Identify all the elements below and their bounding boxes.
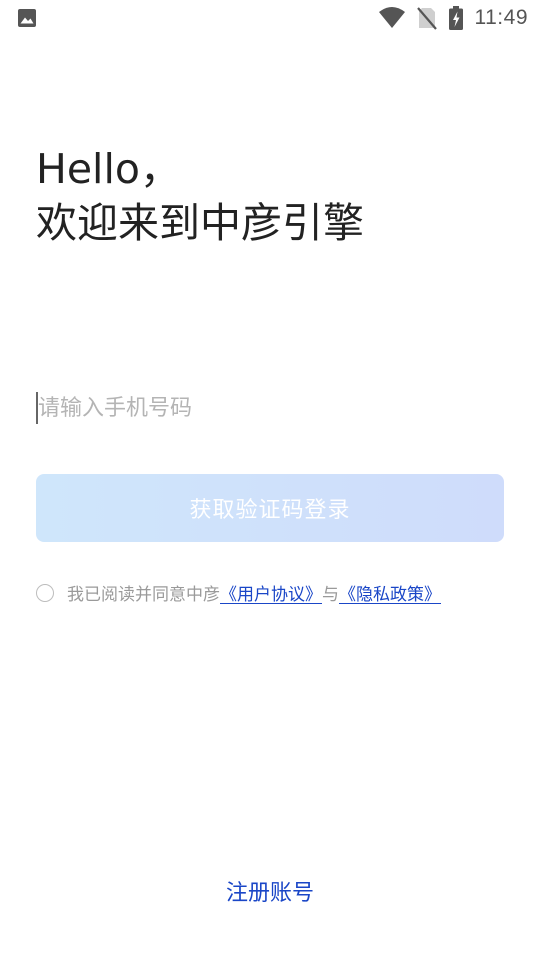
battery-charging-icon	[448, 6, 463, 30]
agreement-checkbox[interactable]	[36, 583, 54, 602]
phone-input[interactable]	[38, 395, 478, 421]
user-agreement-link[interactable]: 《用户协议》	[220, 580, 322, 605]
image-notification-icon	[18, 9, 36, 27]
agreement-connector: 与	[322, 585, 339, 605]
greeting-hello: Hello，	[36, 145, 181, 193]
agreement-prefix: 我已阅读并同意中彦	[67, 585, 220, 605]
greeting-welcome: 欢迎来到中彦引擎	[36, 199, 364, 247]
get-code-login-button[interactable]: 获取验证码登录	[36, 474, 504, 542]
register-link-label[interactable]: 注册账号	[226, 881, 314, 906]
status-time: 11:49	[474, 6, 528, 29]
agreement-row: 我已阅读并同意中彦 《用户协议》 与 《隐私政策》	[36, 580, 441, 605]
no-sim-icon	[416, 7, 437, 30]
status-bar-right: 11:49	[378, 0, 529, 36]
wifi-icon	[378, 7, 405, 28]
greeting: Hello， 欢迎来到中彦引擎	[36, 142, 364, 250]
register-link[interactable]: 注册账号	[0, 875, 540, 907]
phone-field[interactable]	[36, 386, 504, 430]
status-bar: 11:49	[0, 0, 540, 36]
privacy-policy-link[interactable]: 《隐私政策》	[339, 580, 441, 605]
